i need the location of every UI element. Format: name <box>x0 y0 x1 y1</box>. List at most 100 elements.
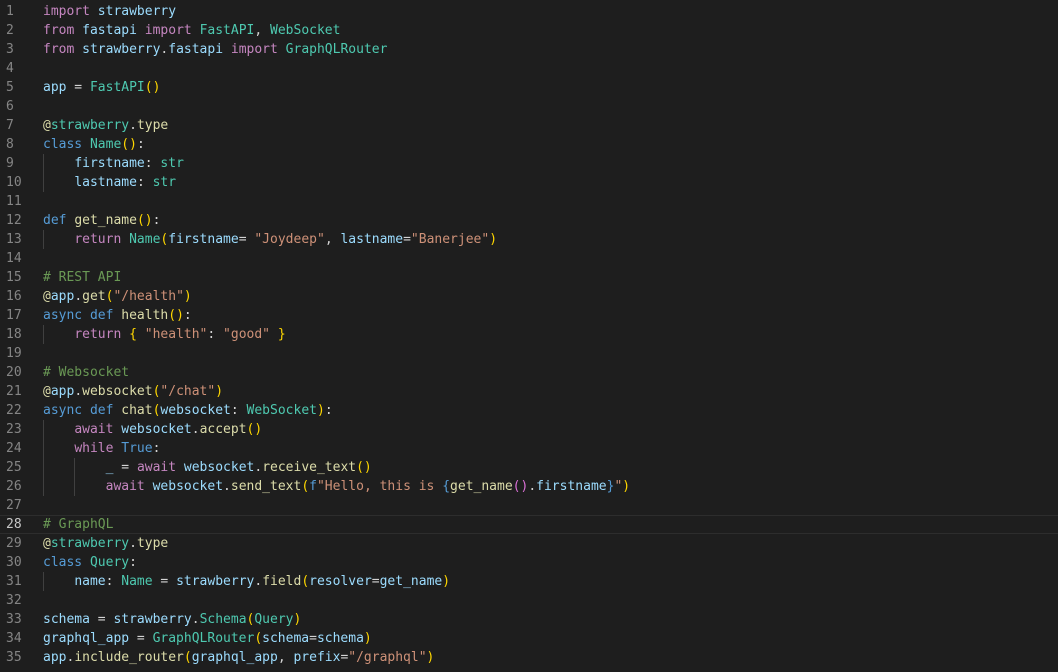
code-line[interactable]: 14 <box>0 249 1058 268</box>
token-def: class <box>43 555 83 570</box>
code-text[interactable]: _ = await websocket.receive_text() <box>34 458 1058 477</box>
token-br1: ) <box>293 612 302 627</box>
code-text[interactable]: app = FastAPI() <box>34 78 1058 97</box>
code-line[interactable]: 9 firstname: str <box>0 154 1058 173</box>
code-line[interactable]: 2 from fastapi import FastAPI, WebSocket <box>0 21 1058 40</box>
code-line[interactable]: 4 <box>0 59 1058 78</box>
code-line[interactable]: 16 @app.get("/health") <box>0 287 1058 306</box>
code-line[interactable]: 26 await websocket.send_text(f"Hello, th… <box>0 477 1058 496</box>
code-line[interactable]: 35 app.include_router(graphql_app, prefix… <box>0 648 1058 667</box>
code-line[interactable]: 10 lastname: str <box>0 173 1058 192</box>
code-text[interactable]: app.include_router(graphql_app, prefix="… <box>34 648 1058 667</box>
code-line[interactable]: 29 @strawberry.type <box>0 534 1058 553</box>
line-number: 32 <box>6 593 22 608</box>
code-line[interactable]: 23 await websocket.accept() <box>0 420 1058 439</box>
code-line[interactable]: 19 <box>0 344 1058 363</box>
code-text[interactable] <box>34 591 1058 610</box>
code-line[interactable]: 32 <box>0 591 1058 610</box>
code-text[interactable] <box>34 192 1058 211</box>
token-br1: ) <box>316 403 325 418</box>
code-editor[interactable]: 1 import strawberry 2 from fastapi import F… <box>0 0 1058 672</box>
token-def: class <box>43 137 83 152</box>
token-plain: : <box>129 555 137 570</box>
code-text[interactable] <box>34 249 1058 268</box>
token-def: def <box>89 308 114 323</box>
code-text[interactable]: while True: <box>34 439 1058 458</box>
code-text[interactable]: @app.get("/health") <box>34 287 1058 306</box>
code-line[interactable]: 8 class Name(): <box>0 135 1058 154</box>
code-line[interactable]: 17 async def health(): <box>0 306 1058 325</box>
line-number: 30 <box>6 555 22 570</box>
code-text[interactable]: async def chat(websocket: WebSocket): <box>34 401 1058 420</box>
token-plain: . <box>74 384 83 399</box>
code-text[interactable]: lastname: str <box>34 173 1058 192</box>
code-line[interactable]: 18 return { "health": "good" } <box>0 325 1058 344</box>
code-line[interactable]: 33 schema = strawberry.Schema(Query) <box>0 610 1058 629</box>
code-line[interactable]: 28 # GraphQL <box>0 515 1058 534</box>
code-text[interactable]: # GraphQL <box>34 516 1058 533</box>
code-line[interactable]: 25 _ = await websocket.receive_text() <box>0 458 1058 477</box>
code-line[interactable]: 6 <box>0 97 1058 116</box>
code-line[interactable]: 27 <box>0 496 1058 515</box>
code-line[interactable]: 22 async def chat(websocket: WebSocket): <box>0 401 1058 420</box>
code-text[interactable]: class Name(): <box>34 135 1058 154</box>
token-str: "Joydeep" <box>254 232 325 247</box>
token-plain: . <box>223 479 231 494</box>
code-text[interactable]: async def health(): <box>34 306 1058 325</box>
code-text[interactable]: @strawberry.type <box>34 534 1058 553</box>
token-plain: . <box>129 536 137 551</box>
token-plain: = <box>66 80 90 95</box>
token-cls: strawberry <box>50 118 130 133</box>
token-str: "/chat" <box>160 384 216 399</box>
code-text[interactable]: @app.websocket("/chat") <box>34 382 1058 401</box>
code-line[interactable]: 3 from strawberry.fastapi import GraphQLR… <box>0 40 1058 59</box>
code-line[interactable]: 11 <box>0 192 1058 211</box>
code-line[interactable]: 13 return Name(firstname= "Joydeep", las… <box>0 230 1058 249</box>
code-line[interactable]: 5 app = FastAPI() <box>0 78 1058 97</box>
token-plain: = <box>309 631 317 646</box>
token-var: graphql_app <box>43 631 130 646</box>
code-text[interactable]: from strawberry.fastapi import GraphQLRo… <box>34 40 1058 59</box>
code-text[interactable]: schema = strawberry.Schema(Query) <box>34 610 1058 629</box>
token-kw: return <box>74 327 122 342</box>
code-line[interactable]: 7 @strawberry.type <box>0 116 1058 135</box>
code-line[interactable]: 21 @app.websocket("/chat") <box>0 382 1058 401</box>
code-text[interactable]: graphql_app = GraphQLRouter(schema=schem… <box>34 629 1058 648</box>
code-text[interactable]: # Websocket <box>34 363 1058 382</box>
code-text[interactable] <box>34 59 1058 78</box>
code-text[interactable]: return Name(firstname= "Joydeep", lastna… <box>34 230 1058 249</box>
code-text[interactable]: name: Name = strawberry.field(resolver=g… <box>34 572 1058 591</box>
token-fn: field <box>262 574 302 589</box>
code-line[interactable]: 31 name: Name = strawberry.field(resolve… <box>0 572 1058 591</box>
code-text[interactable] <box>34 344 1058 363</box>
code-text[interactable]: import strawberry <box>34 2 1058 21</box>
code-text[interactable]: # REST API <box>34 268 1058 287</box>
code-text[interactable]: @strawberry.type <box>34 116 1058 135</box>
token-plain: : <box>105 574 122 589</box>
code-text[interactable] <box>34 496 1058 515</box>
token-cls: GraphQLRouter <box>285 42 388 57</box>
token-var: strawberry <box>82 42 161 57</box>
code-text[interactable]: class Query: <box>34 553 1058 572</box>
code-text[interactable]: def get_name(): <box>34 211 1058 230</box>
code-text[interactable] <box>34 97 1058 116</box>
line-number: 2 <box>6 23 14 38</box>
code-line[interactable]: 15 # REST API <box>0 268 1058 287</box>
code-line[interactable]: 34 graphql_app = GraphQLRouter(schema=sch… <box>0 629 1058 648</box>
code-line[interactable]: 1 import strawberry <box>0 2 1058 21</box>
code-line[interactable]: 30 class Query: <box>0 553 1058 572</box>
code-text[interactable]: from fastapi import FastAPI, WebSocket <box>34 21 1058 40</box>
code-line[interactable]: 20 # Websocket <box>0 363 1058 382</box>
line-number: 27 <box>6 498 22 513</box>
token-kw: import <box>144 23 192 38</box>
code-text[interactable]: firstname: str <box>34 154 1058 173</box>
code-text[interactable]: await websocket.accept() <box>34 420 1058 439</box>
code-line[interactable]: 12 def get_name(): <box>0 211 1058 230</box>
code-line[interactable]: 24 while True: <box>0 439 1058 458</box>
code-text[interactable]: await websocket.send_text(f"Hello, this … <box>34 477 1058 496</box>
token-str: "/graphql" <box>348 650 427 665</box>
code-text[interactable]: return { "health": "good" } <box>34 325 1058 344</box>
token-var: fastapi <box>168 42 224 57</box>
